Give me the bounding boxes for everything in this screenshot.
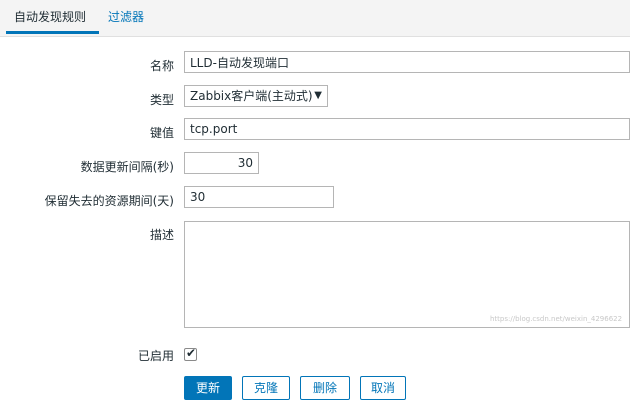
interval-label: 数据更新间隔(秒)	[80, 160, 174, 174]
name-input[interactable]	[184, 51, 630, 73]
key-label: 键值	[149, 126, 174, 140]
enabled-checkbox[interactable]: ✔	[184, 346, 197, 361]
lifetime-label: 保留失去的资源期间(天)	[44, 194, 174, 208]
interval-input[interactable]	[184, 152, 259, 174]
tab-filters[interactable]: 过滤器	[108, 0, 144, 34]
cancel-button[interactable]: 取消	[360, 376, 406, 400]
clone-button[interactable]: 克隆	[242, 376, 290, 400]
key-input[interactable]	[184, 118, 630, 140]
watermark-text: https://blog.csdn.net/weixin_4296622	[490, 315, 623, 323]
type-select-value: Zabbix客户端(主动式)	[190, 89, 313, 103]
description-textarea[interactable]	[184, 221, 630, 328]
tab-bar: 自动发现规则 过滤器	[0, 0, 630, 37]
lifetime-input[interactable]	[184, 186, 334, 208]
type-select[interactable]: Zabbix客户端(主动式) ▼	[184, 85, 328, 107]
tab-discovery-rule[interactable]: 自动发现规则	[6, 0, 99, 34]
type-label: 类型	[149, 93, 174, 107]
checkmark-icon: ✔	[186, 346, 197, 360]
description-label: 描述	[149, 228, 174, 242]
name-label: 名称	[149, 59, 174, 73]
delete-button[interactable]: 删除	[300, 376, 350, 400]
dropdown-arrow-icon: ▼	[314, 90, 322, 101]
enabled-label: 已启用	[137, 349, 174, 363]
discovery-rule-form: 名称 类型 Zabbix客户端(主动式) ▼ 键值 数据更新间隔(秒) 保留失去…	[0, 37, 630, 410]
update-button[interactable]: 更新	[184, 376, 232, 400]
